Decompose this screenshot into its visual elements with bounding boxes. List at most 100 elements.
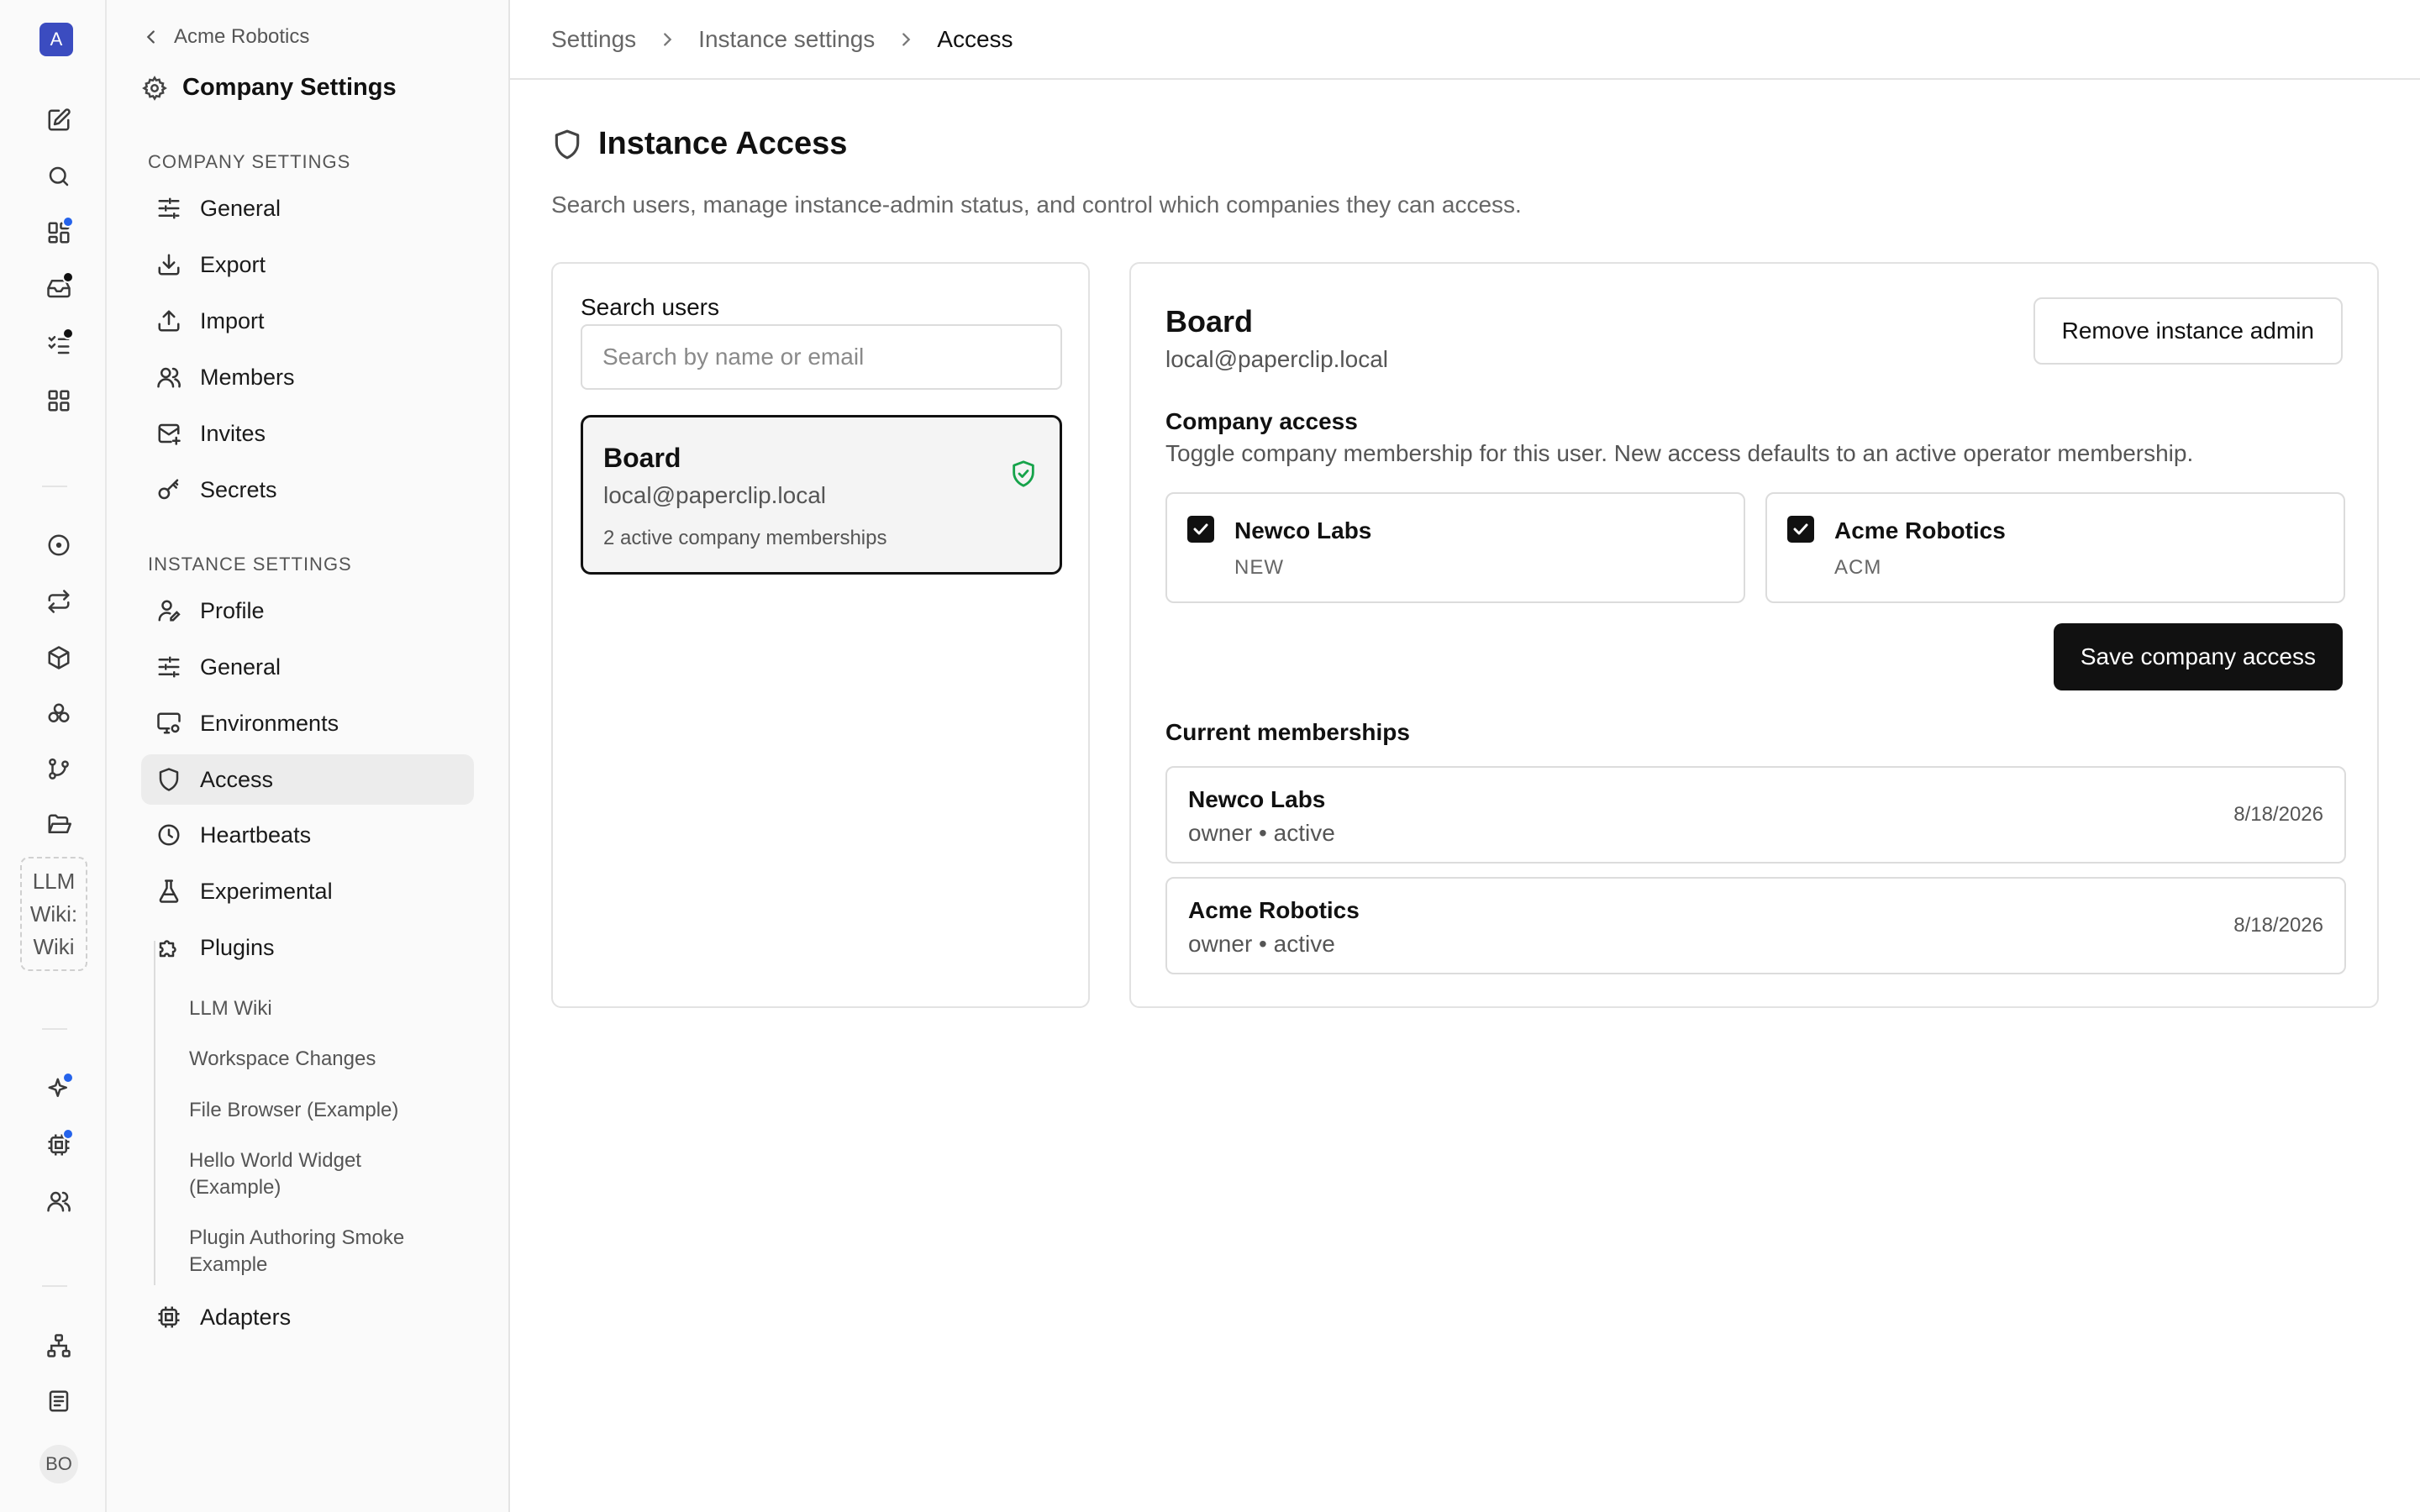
sidebar-item-label: Adapters — [200, 1304, 292, 1330]
company-toggle-newco-labs[interactable]: Newco Labs NEW — [1165, 492, 1745, 603]
target-icon[interactable] — [44, 530, 74, 560]
download-icon — [158, 254, 180, 276]
save-company-access-button[interactable]: Save company access — [2053, 623, 2343, 690]
git-branch-icon[interactable] — [44, 754, 74, 785]
sidebar-item-label: Access — [200, 766, 274, 792]
plugin-tree-line — [154, 941, 155, 1285]
icon-rail: A LLM Wiki: Wiki BO — [0, 0, 107, 1512]
sidebar-item-label: Plugins — [200, 934, 275, 960]
main-content: Settings Instance settings Access Instan… — [510, 0, 2420, 1512]
sidebar-plugin-llm-wiki[interactable]: LLM Wiki — [189, 995, 458, 1022]
membership-row: Newco Labs owner • active 8/18/2026 — [1165, 766, 2346, 864]
sidebar-title-text: Company Settings — [182, 74, 397, 101]
user-pen-icon — [158, 600, 181, 622]
page-title: Instance Access — [551, 126, 847, 162]
sidebar-item-label: Environments — [200, 710, 339, 736]
remove-instance-admin-button[interactable]: Remove instance admin — [2033, 297, 2343, 365]
cluster-icon[interactable] — [44, 699, 74, 729]
cpu-icon — [158, 1306, 180, 1328]
company-toggle-acme-robotics[interactable]: Acme Robotics ACM — [1765, 492, 2345, 603]
gear-icon — [142, 75, 167, 101]
cpu-icon[interactable] — [44, 1128, 74, 1160]
user-detail-card: Board local@paperclip.local Remove insta… — [1129, 262, 2379, 1008]
puzzle-icon — [159, 940, 176, 958]
membership-date: 8/18/2026 — [2233, 803, 2323, 826]
membership-row: Acme Robotics owner • active 8/18/2026 — [1165, 877, 2346, 974]
sidebar-item-instance-general[interactable]: General — [141, 642, 474, 692]
membership-status: owner • active — [1188, 931, 1335, 957]
users-icon[interactable] — [44, 1186, 74, 1216]
back-link-label: Acme Robotics — [174, 25, 310, 48]
sliders-icon — [158, 197, 180, 219]
company-code: NEW — [1234, 556, 1284, 579]
upload-icon — [158, 310, 180, 332]
user-result-card[interactable]: Board local@paperclip.local 2 active com… — [581, 415, 1062, 575]
sidebar-item-label: Secrets — [200, 476, 277, 502]
sidebar-item-members[interactable]: Members — [141, 352, 474, 402]
sidebar-item-label: Heartbeats — [200, 822, 312, 848]
sidebar-item-export[interactable]: Export — [141, 239, 474, 290]
membership-company: Newco Labs — [1188, 786, 1326, 812]
rail-divider — [42, 1028, 67, 1030]
sidebar-plugin-hello-world[interactable]: Hello World Widget (Example) — [189, 1147, 458, 1201]
checklist-icon[interactable] — [44, 328, 74, 360]
folder-open-icon[interactable] — [44, 810, 74, 840]
inbox-icon[interactable] — [44, 271, 74, 303]
sidebar-title: Company Settings — [142, 74, 397, 102]
sidebar-item-access[interactable]: Access — [141, 754, 474, 805]
page-title-text: Instance Access — [598, 126, 848, 161]
shield-icon — [159, 768, 179, 791]
sidebar-plugin-file-browser[interactable]: File Browser (Example) — [189, 1097, 458, 1124]
notification-dot — [62, 1128, 74, 1140]
sidebar-item-profile[interactable]: Profile — [141, 585, 474, 636]
wiki-label-line: Wiki: — [29, 900, 78, 927]
company-logo[interactable]: A — [39, 23, 73, 56]
company-checkbox[interactable] — [1187, 516, 1214, 543]
package-icon[interactable] — [44, 643, 74, 673]
sidebar-item-label: General — [200, 195, 281, 221]
repeat-icon[interactable] — [44, 586, 74, 617]
org-chart-icon[interactable] — [44, 1331, 74, 1361]
sidebar-item-heartbeats[interactable]: Heartbeats — [141, 810, 474, 860]
dashboard-icon[interactable] — [44, 216, 74, 248]
notification-dot — [62, 271, 74, 283]
shield-icon — [555, 129, 580, 159]
apps-grid-icon[interactable] — [44, 386, 74, 416]
search-icon[interactable] — [44, 161, 74, 192]
document-icon[interactable] — [44, 1386, 74, 1416]
breadcrumb-settings[interactable]: Settings — [551, 26, 636, 53]
company-settings-section-label: COMPANY SETTINGS — [148, 151, 351, 172]
sidebar-item-import[interactable]: Import — [141, 296, 474, 346]
user-avatar[interactable]: BO — [39, 1445, 78, 1483]
company-checkbox[interactable] — [1787, 516, 1814, 543]
membership-status: owner • active — [1188, 820, 1335, 846]
sidebar-item-plugins[interactable]: Plugins — [141, 922, 474, 973]
breadcrumb-instance-settings[interactable]: Instance settings — [698, 26, 875, 53]
company-name: Newco Labs — [1234, 517, 1372, 543]
search-users-label: Search users — [581, 294, 719, 320]
new-issue-icon[interactable] — [44, 105, 74, 135]
sidebar-plugin-authoring-smoke[interactable]: Plugin Authoring Smoke Example — [189, 1225, 458, 1278]
notification-dot — [62, 328, 74, 339]
user-result-memberships: 2 active company memberships — [603, 527, 887, 549]
notification-dot — [62, 1072, 74, 1084]
sidebar-item-label: General — [200, 654, 281, 680]
current-memberships-label: Current memberships — [1165, 719, 1410, 745]
sidebar-item-invites[interactable]: Invites — [141, 408, 474, 459]
mail-plus-icon — [158, 423, 181, 445]
company-name: Acme Robotics — [1834, 517, 2006, 543]
sidebar-plugin-workspace-changes[interactable]: Workspace Changes — [189, 1046, 458, 1073]
company-access-label: Company access — [1165, 408, 1358, 434]
key-icon — [158, 479, 179, 500]
back-link[interactable]: Acme Robotics — [142, 25, 309, 49]
sidebar-item-secrets[interactable]: Secrets — [141, 465, 474, 515]
user-search-card: Search users Board local@paperclip.local… — [551, 262, 1090, 1008]
sidebar-item-experimental[interactable]: Experimental — [141, 866, 474, 916]
sidebar-item-environments[interactable]: Environments — [141, 698, 474, 748]
sidebar-item-company-general[interactable]: General — [141, 183, 474, 234]
sparkles-icon[interactable] — [44, 1072, 74, 1104]
sidebar-item-adapters[interactable]: Adapters — [141, 1292, 474, 1342]
settings-sidebar: Acme Robotics Company Settings COMPANY S… — [107, 0, 510, 1512]
llm-wiki-shortcut[interactable]: LLM Wiki: Wiki — [20, 857, 87, 971]
search-input[interactable] — [581, 324, 1062, 390]
